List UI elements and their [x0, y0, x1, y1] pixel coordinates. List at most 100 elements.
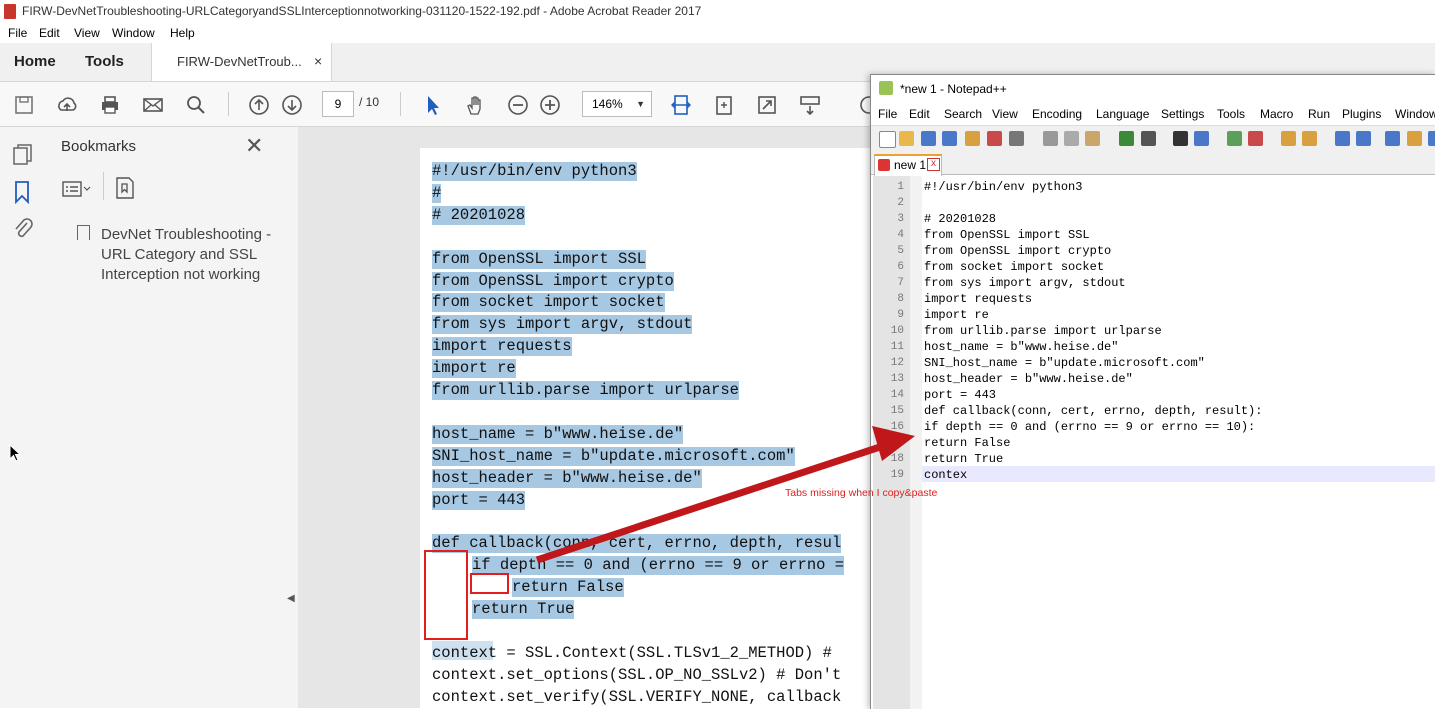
acrobat-title-bar: FIRW-DevNetTroubleshooting-URLCategoryan… — [0, 0, 1435, 23]
rotate-icon[interactable] — [713, 94, 735, 116]
npp-menu-macro[interactable]: Macro — [1260, 107, 1293, 121]
editor-line[interactable]: if depth == 0 and (errno == 9 or errno =… — [924, 419, 1255, 435]
fullscreen-icon[interactable] — [756, 94, 778, 116]
editor-line[interactable]: host_header = b"www.heise.de" — [924, 371, 1133, 387]
hand-icon[interactable] — [464, 94, 486, 116]
function-list-icon[interactable] — [1428, 131, 1435, 146]
print-icon[interactable] — [1009, 131, 1024, 146]
bookmark-options-icon[interactable] — [61, 177, 93, 206]
npp-menu-encoding[interactable]: Encoding — [1032, 107, 1082, 121]
tab-close-icon[interactable]: × — [314, 53, 322, 69]
cut-icon[interactable] — [1043, 131, 1058, 146]
editor-line[interactable]: host_name = b"www.heise.de" — [924, 339, 1118, 355]
npp-menu-search[interactable]: Search — [944, 107, 982, 121]
editor-line[interactable]: SNI_host_name = b"update.microsoft.com" — [924, 355, 1205, 371]
notepadpp-window[interactable]: *new 1 - Notepad++ File Edit Search View… — [870, 74, 1435, 709]
close-icon[interactable]: x — [927, 158, 940, 171]
editor-line[interactable]: port = 443 — [924, 387, 996, 403]
npp-menu-view[interactable]: View — [992, 107, 1018, 121]
editor-line[interactable]: # 20201028 — [924, 211, 996, 227]
tab-new-1[interactable]: new 1 x — [874, 154, 942, 176]
editor-line[interactable]: return True — [924, 451, 1003, 467]
save-icon[interactable] — [13, 94, 35, 116]
open-file-icon[interactable] — [899, 131, 914, 146]
sync-vertical-icon[interactable] — [1281, 131, 1296, 146]
copy-icon[interactable] — [1064, 131, 1079, 146]
editor-line[interactable]: #!/usr/bin/env python3 — [924, 179, 1082, 195]
line-number: 1 — [897, 181, 904, 193]
npp-menu-run[interactable]: Run — [1308, 107, 1330, 121]
menu-file[interactable]: File — [8, 26, 27, 40]
npp-menu-plugins[interactable]: Plugins — [1342, 107, 1381, 121]
tab-home[interactable]: Home — [14, 53, 56, 70]
editor-line[interactable]: from socket import socket — [924, 259, 1104, 275]
document-map-icon[interactable] — [1407, 131, 1422, 146]
zoom-in-icon[interactable] — [539, 94, 561, 116]
page-down-icon[interactable] — [281, 94, 303, 116]
new-bookmark-icon[interactable] — [113, 176, 137, 207]
menu-window[interactable]: Window — [112, 26, 155, 40]
npp-menu-language[interactable]: Language — [1096, 107, 1149, 121]
tab-tools[interactable]: Tools — [85, 53, 124, 70]
annotation-highlight-box — [424, 550, 468, 640]
npp-menu-settings[interactable]: Settings — [1161, 107, 1204, 121]
npp-menu-file[interactable]: File — [878, 107, 897, 121]
bookmark-panel-icon[interactable] — [12, 180, 34, 209]
save-all-icon[interactable] — [942, 131, 957, 146]
close-file-icon[interactable] — [965, 131, 980, 146]
zoom-out-icon[interactable] — [507, 94, 529, 116]
editor-line[interactable]: contex — [924, 467, 967, 483]
paste-icon[interactable] — [1085, 131, 1100, 146]
editor-line[interactable]: import re — [924, 307, 989, 323]
editor-line[interactable]: from OpenSSL import crypto — [924, 243, 1111, 259]
menu-view[interactable]: View — [74, 26, 100, 40]
replace-icon[interactable] — [1194, 131, 1209, 146]
bookmark-item[interactable]: DevNet Troubleshooting - URL Category an… — [101, 225, 281, 285]
redo-icon[interactable] — [1141, 131, 1156, 146]
pdf-code-line: host_header = b"www.heise.de" — [432, 468, 702, 488]
collapse-arrow-icon[interactable]: ◀ — [287, 593, 295, 604]
editor-line[interactable]: from urllib.parse import urlparse — [924, 323, 1162, 339]
editor-line[interactable]: return False — [924, 435, 1010, 451]
scroll-mode-icon[interactable] — [799, 94, 821, 116]
npp-menu-tools[interactable]: Tools — [1217, 107, 1245, 121]
print-icon[interactable] — [99, 94, 121, 116]
pdf-code-line: from sys import argv, stdout — [432, 315, 693, 335]
editor-line[interactable]: from OpenSSL import SSL — [924, 227, 1090, 243]
line-number: 10 — [890, 325, 904, 337]
page-thumbnails-icon[interactable] — [12, 143, 34, 172]
menu-edit[interactable]: Edit — [39, 26, 60, 40]
word-wrap-icon[interactable] — [1335, 131, 1350, 146]
line-number: 8 — [897, 293, 904, 305]
save-icon[interactable] — [921, 131, 936, 146]
panel-splitter[interactable]: ◀ — [285, 127, 298, 708]
find-icon[interactable] — [1173, 131, 1188, 146]
select-cursor-icon[interactable] — [422, 94, 444, 116]
editor-line[interactable]: import requests — [924, 291, 1032, 307]
new-file-icon[interactable] — [879, 131, 896, 148]
email-icon[interactable] — [142, 94, 164, 116]
acrobat-menu-bar: File Edit View Window Help — [0, 23, 1435, 43]
tab-document[interactable]: FIRW-DevNetTroub... × — [151, 43, 332, 81]
indent-guide-icon[interactable] — [1385, 131, 1400, 146]
close-icon[interactable]: ✕ — [245, 133, 263, 159]
editor-line[interactable]: def callback(conn, cert, errno, depth, r… — [924, 403, 1262, 419]
search-icon[interactable] — [185, 94, 207, 116]
show-all-characters-icon[interactable] — [1356, 131, 1371, 146]
sync-horizontal-icon[interactable] — [1302, 131, 1317, 146]
editor-line[interactable]: from sys import argv, stdout — [924, 275, 1126, 291]
upload-icon[interactable] — [56, 94, 78, 116]
zoom-out-icon[interactable] — [1248, 131, 1263, 146]
page-up-icon[interactable] — [248, 94, 270, 116]
undo-icon[interactable] — [1119, 131, 1134, 146]
fit-width-icon[interactable] — [670, 94, 692, 116]
npp-menu-window[interactable]: Window — [1395, 107, 1435, 121]
zoom-level-select[interactable]: 146% ▼ — [582, 91, 652, 117]
attachment-icon[interactable] — [12, 217, 34, 246]
zoom-in-icon[interactable] — [1227, 131, 1242, 146]
npp-menu-edit[interactable]: Edit — [909, 107, 930, 121]
page-number-input[interactable]: 9 — [322, 91, 354, 117]
pdf-code-line: if depth == 0 and (errno == 9 or errno = — [472, 556, 845, 576]
menu-help[interactable]: Help — [170, 26, 195, 40]
close-all-icon[interactable] — [987, 131, 1002, 146]
